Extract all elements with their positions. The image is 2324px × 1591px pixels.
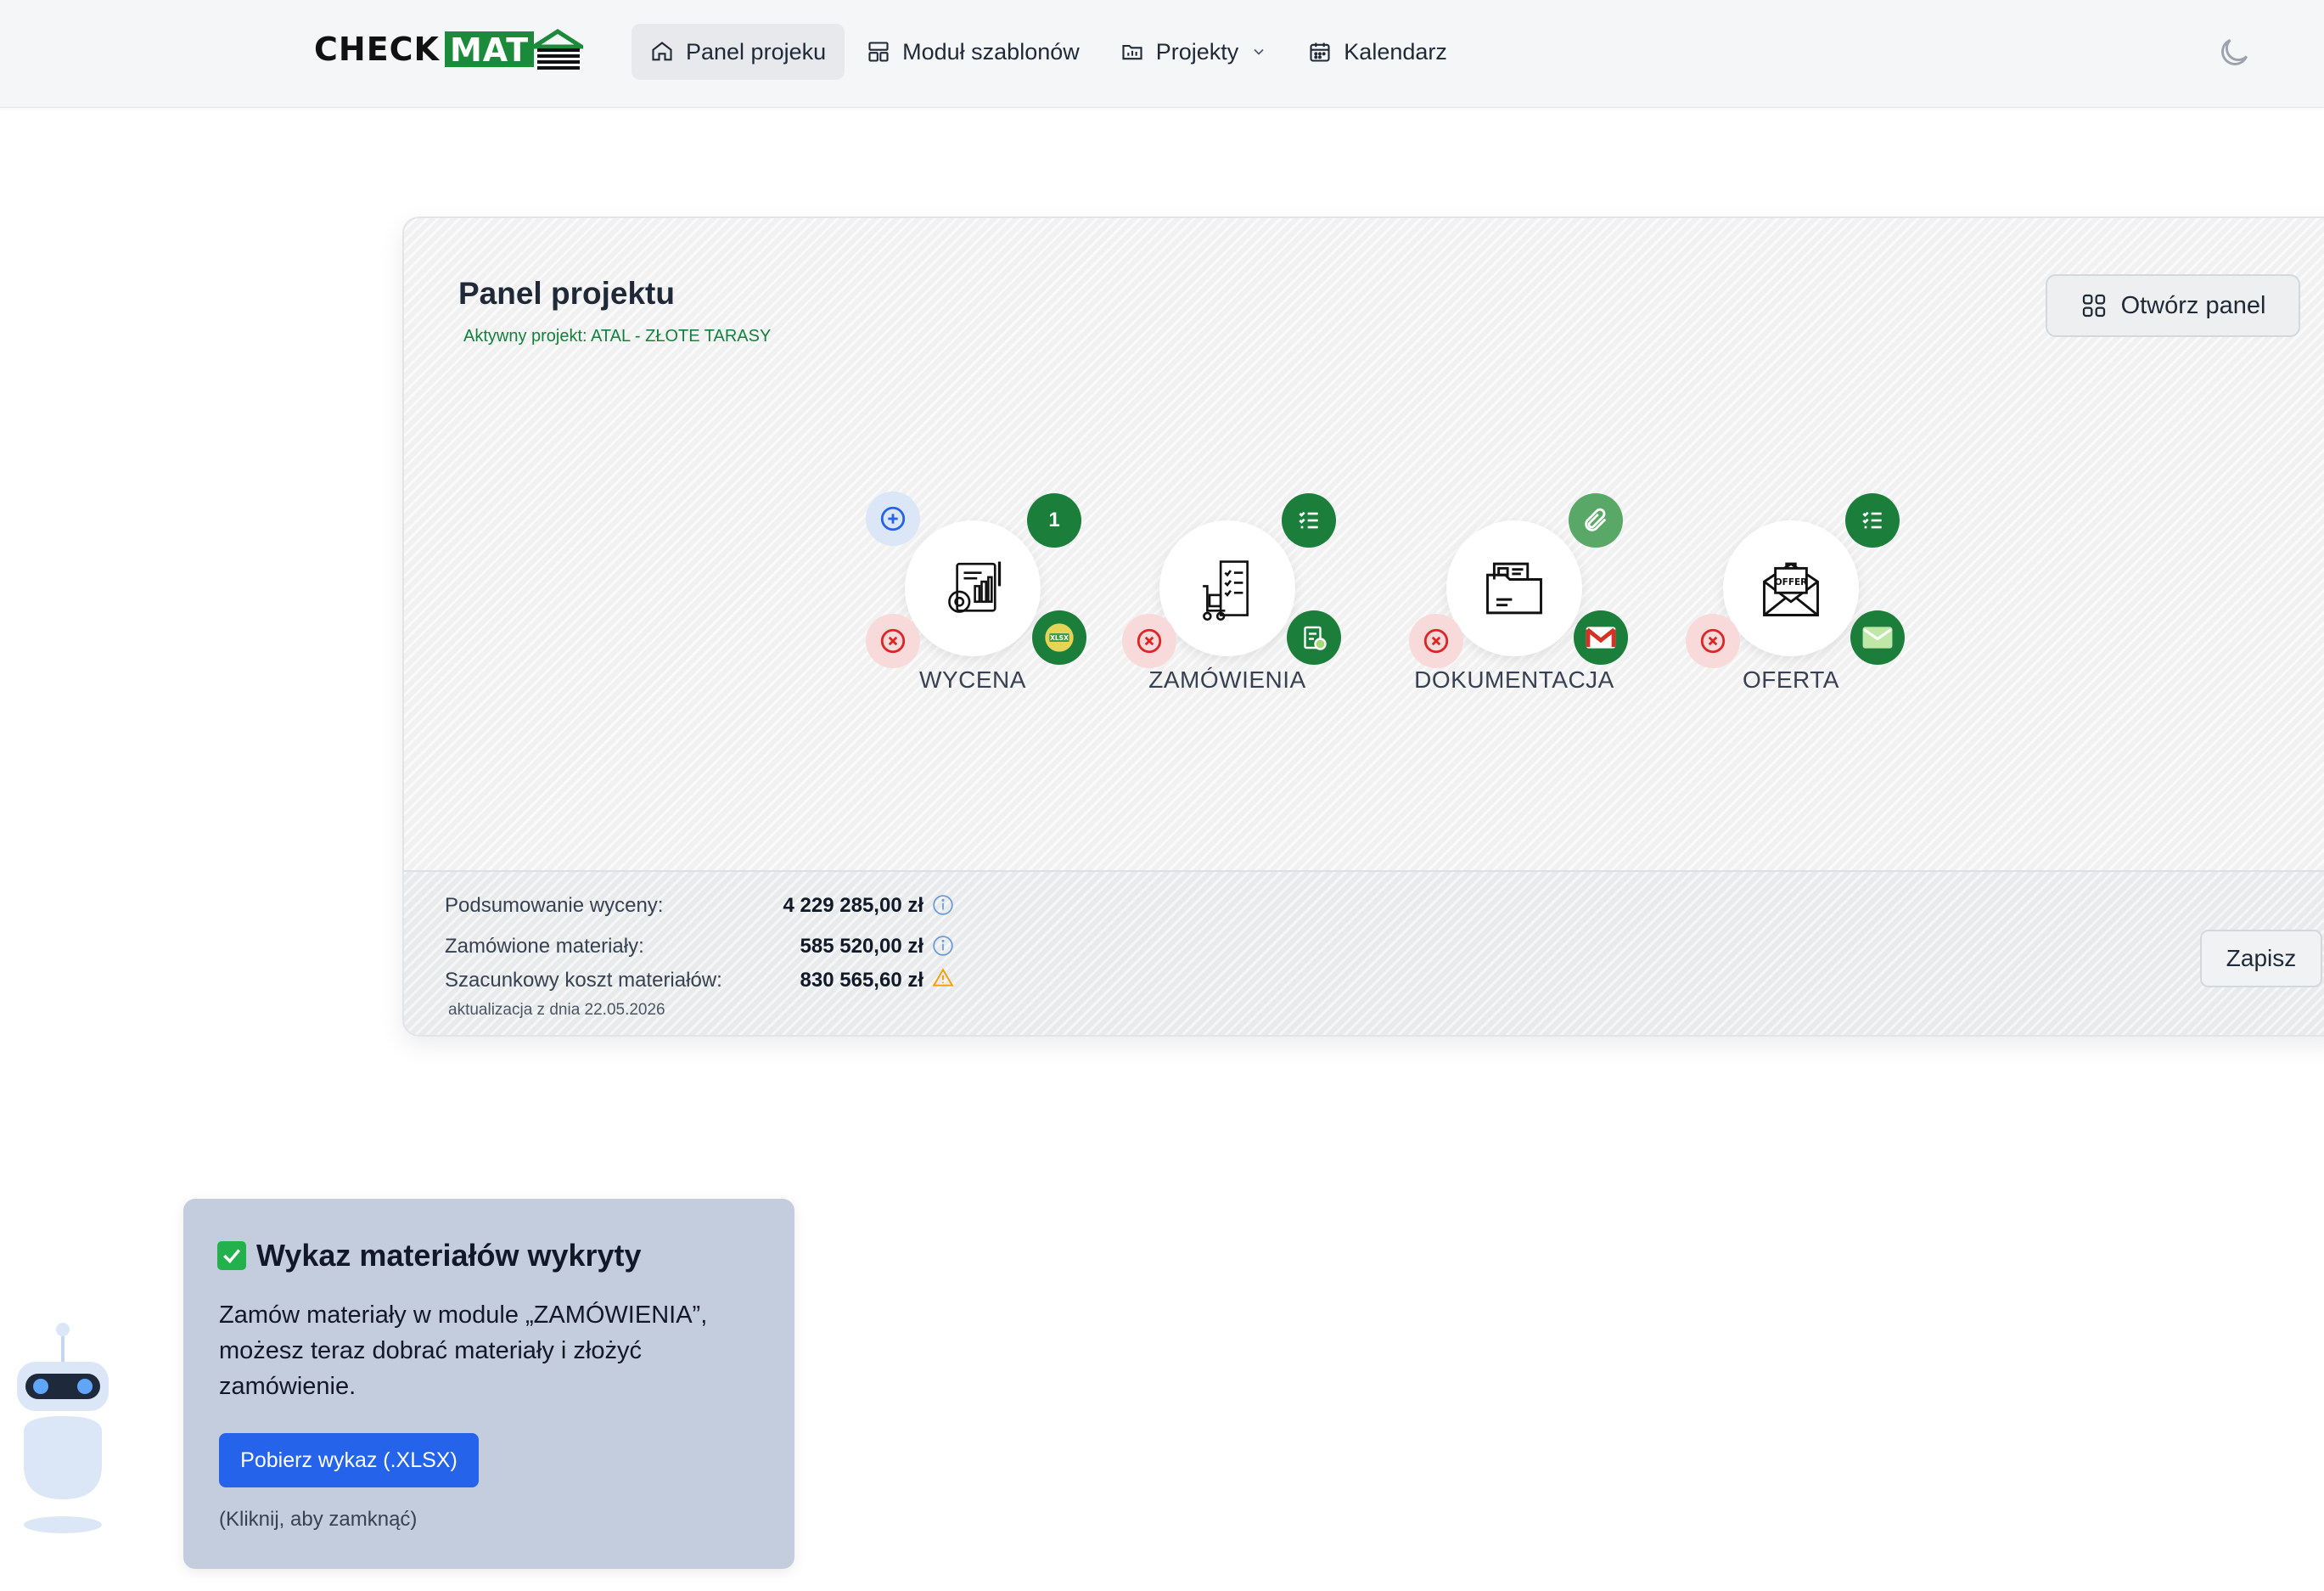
close-circle-icon [1700, 628, 1726, 654]
nav-panel-projektu[interactable]: Panel projeku [632, 24, 845, 80]
nav-projekty-dropdown[interactable]: Projekty [1102, 24, 1287, 80]
module-label: ZAMÓWIENIA [1148, 666, 1306, 693]
project-panel: Panel projektu Aktywny projekt: ATAL - Z… [402, 216, 2324, 1037]
orders-checklist-button[interactable] [1282, 493, 1336, 548]
offer-checklist-button[interactable] [1845, 493, 1900, 548]
module-circle[interactable] [905, 520, 1041, 656]
svg-text:OFFER: OFFER [1775, 577, 1808, 587]
module-oferta[interactable]: OFFER OFERTA [1723, 520, 1859, 693]
module-label: DOKUMENTACJA [1414, 666, 1614, 693]
grid-icon [2082, 294, 2105, 318]
module-dokumentacja[interactable]: DOKUMENTACJA [1414, 520, 1614, 693]
pricing-summary-value: 4 229 285,00 zł [783, 894, 923, 917]
warning-icon[interactable] [932, 967, 954, 989]
open-panel-button[interactable]: Otwórz panel [2046, 274, 2300, 337]
offer-envelope-icon: OFFER [1763, 562, 1819, 616]
offer-mail-button[interactable] [1850, 610, 1905, 665]
paperclip-icon [1585, 508, 1607, 531]
mail-icon [1862, 627, 1893, 649]
module-circle[interactable]: OFFER [1723, 520, 1859, 656]
main-nav: Panel projeku Moduł szablonów Projekty K… [632, 24, 1469, 80]
assistant-message: Zamów materiały w module „ZAMÓWIENIA”, m… [219, 1301, 708, 1400]
ordered-materials-value: 585 520,00 zł [800, 935, 923, 958]
nav-label: Projekty [1155, 38, 1239, 65]
active-project-label: Aktywny projekt: ATAL - ZŁOTE TARASY [463, 327, 772, 346]
svg-text:XLSX: XLSX [1050, 634, 1069, 642]
layout-icon [868, 42, 889, 62]
info-icon[interactable] [932, 935, 954, 957]
logo-check-text: CHECK [314, 31, 440, 68]
nav-label: Moduł szablonów [902, 38, 1080, 65]
update-date-note: aktualizacja z dnia 22.05.2026 [448, 1001, 665, 1019]
nav-label: Panel projeku [686, 38, 827, 65]
module-circle[interactable] [1446, 520, 1582, 656]
checklist-icon [1862, 511, 1882, 529]
close-hint: (Kliknij, aby zamknąć) [219, 1508, 418, 1531]
logo-mat-text: MAT [444, 31, 535, 67]
estimated-cost-value: 830 565,60 zł [800, 969, 923, 992]
open-panel-label: Otwórz panel [2120, 291, 2266, 319]
module-label: WYCENA [919, 666, 1026, 693]
info-icon[interactable] [932, 894, 954, 916]
docs-attach-button[interactable] [1569, 493, 1623, 548]
gmail-icon [1586, 627, 1616, 649]
top-navbar: CHECK MAT Panel projeku Moduł szablonów [0, 0, 2324, 108]
order-trolley-icon [1203, 560, 1249, 621]
clipboard-check-icon [1304, 626, 1327, 650]
nav-kalendarz[interactable]: Kalendarz [1289, 24, 1466, 80]
remove-pricing-button[interactable] [866, 614, 920, 668]
close-circle-icon [880, 628, 906, 654]
checkmat-logo[interactable]: CHECK MAT [314, 25, 584, 73]
pricing-summary-label: Podsumowanie wyceny: [445, 894, 664, 917]
check-mark-icon [217, 1241, 246, 1270]
remove-docs-button[interactable] [1409, 614, 1463, 668]
pricing-count-badge[interactable]: 1 [1027, 493, 1081, 548]
module-zamowienia[interactable]: ZAMÓWIENIA [1148, 520, 1305, 693]
docs-gmail-button[interactable] [1574, 610, 1628, 665]
module-circle[interactable] [1159, 520, 1295, 656]
assistant-bubble[interactable]: Wykaz materiałów wykryty Zamów materiały… [183, 1199, 794, 1569]
remove-orders-button[interactable] [1122, 614, 1176, 668]
pricing-count: 1 [1048, 509, 1060, 531]
robot-assistant-icon[interactable] [12, 1321, 114, 1542]
ordered-materials-label: Zamówione materiały: [445, 935, 644, 958]
chevron-down-icon [1254, 48, 1264, 55]
pricing-document-icon [948, 561, 1002, 613]
close-circle-icon [1137, 628, 1162, 654]
document-folder-icon [1486, 562, 1542, 615]
nav-label: Kalendarz [1344, 38, 1447, 65]
download-xlsx-button[interactable]: Pobierz wykaz (.XLSX) [219, 1433, 479, 1487]
orders-clipboard-button[interactable] [1287, 610, 1341, 665]
add-pricing-button[interactable] [866, 492, 920, 546]
folder-chart-icon [1122, 44, 1142, 60]
plus-circle-icon [880, 506, 906, 531]
calendar-icon [1310, 42, 1330, 62]
nav-modul-szablonow[interactable]: Moduł szablonów [848, 24, 1098, 80]
moon-icon[interactable] [2215, 34, 2253, 71]
home-icon [652, 42, 672, 61]
save-button[interactable]: Zapisz [2200, 930, 2322, 987]
pricing-summary: Podsumowanie wyceny: 4 229 285,00 zł Zam… [404, 870, 2324, 1035]
assistant-title: Wykaz materiałów wykryty [256, 1238, 642, 1273]
xlsx-export-button[interactable]: XLSX [1032, 610, 1086, 665]
panel-title: Panel projektu [458, 276, 675, 311]
module-label: OFERTA [1743, 666, 1839, 693]
module-wycena[interactable]: WYCENA [905, 520, 1041, 693]
checklist-icon [1299, 511, 1318, 529]
close-circle-icon [1423, 628, 1449, 654]
assistant-title-row: Wykaz materiałów wykryty [217, 1238, 642, 1273]
xlsx-file-icon: XLSX [1045, 623, 1074, 652]
logo-house-icon [530, 29, 584, 70]
remove-offer-button[interactable] [1686, 614, 1740, 668]
